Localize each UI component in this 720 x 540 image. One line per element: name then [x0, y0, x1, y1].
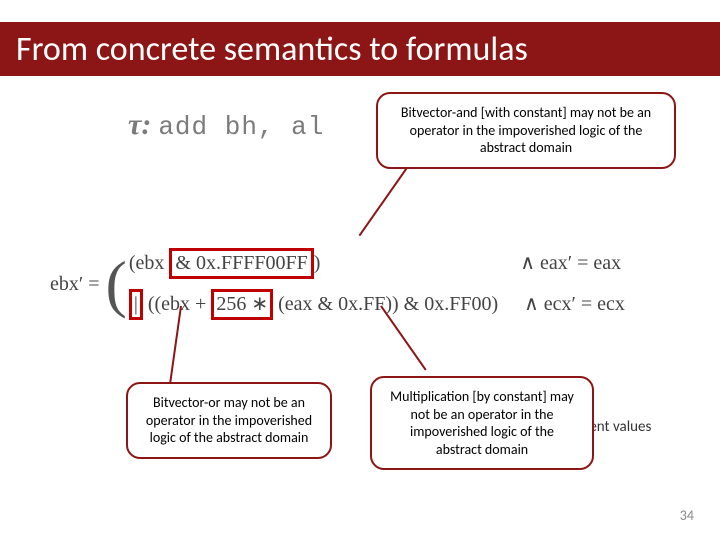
highlight-mul: 256 ∗ [211, 289, 273, 320]
tau-symbol: τ: [128, 108, 151, 141]
instruction-text: add bh, al [158, 112, 324, 142]
formula-block: ebx′ = ( (ebx & 0x.FFFF00FF) ∧ eax′ = ea… [50, 248, 625, 320]
line2-tail: ∧ ecx′ = ecx [524, 293, 625, 315]
formula-lines: (ebx & 0x.FFFF00FF) ∧ eax′ = eax | ((ebx… [129, 248, 625, 320]
formula-lhs: ebx′ = [50, 273, 100, 296]
callout-multiplication: Multiplication [by constant] may not be … [370, 376, 594, 470]
line1-tail: ∧ eax′ = eax [520, 252, 621, 274]
line1-prefix: (ebx [129, 252, 170, 274]
slide: From concrete semantics to formulas τ: a… [0, 0, 720, 540]
callout-bitvector-and: Bitvector-and [with constant] may not be… [376, 92, 676, 169]
slide-title: From concrete semantics to formulas [16, 29, 528, 70]
highlight-or: | [129, 289, 143, 320]
formula-line-2: | ((ebx + 256 ∗ (eax & 0x.FF)) & 0x.FF00… [129, 289, 625, 320]
formula-line-1: (ebx & 0x.FFFF00FF) ∧ eax′ = eax [129, 248, 625, 279]
line2-a: ((ebx + [143, 293, 211, 315]
line1-paren: ) [314, 252, 321, 274]
tau-expression: τ: add bh, al [128, 108, 324, 142]
title-bar: From concrete semantics to formulas [0, 22, 720, 76]
page-number: 34 [680, 507, 694, 524]
pointer-and [359, 161, 412, 236]
highlight-and: & 0x.FFFF00FF [169, 248, 313, 279]
brace-icon: ( [106, 258, 127, 309]
callout-bitvector-or: Bitvector-or may not be an operator in t… [126, 382, 332, 459]
